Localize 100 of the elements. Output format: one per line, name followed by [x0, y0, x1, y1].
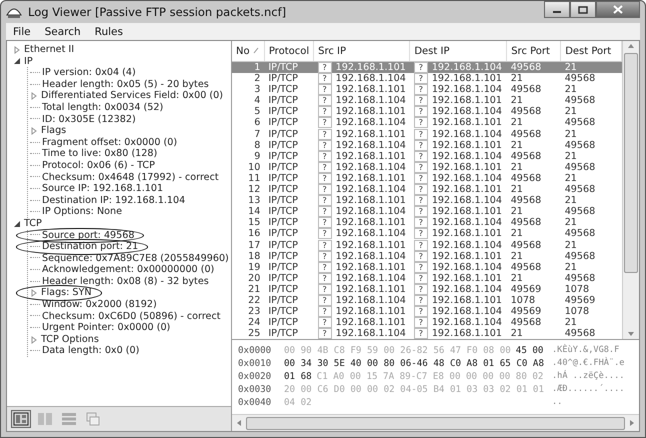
- table-row[interactable]: 3 IP/TCP ? 192.168.1.101 ? 192.168.1.104 49568 21: [232, 84, 622, 96]
- table-row[interactable]: 20 IP/TCP ? 192.168.1.104 ? 192.168.1.101 21 49568: [232, 272, 622, 284]
- tree-item[interactable]: Sequence: 0x7A89C7E8 (2055849960): [42, 252, 229, 264]
- ascii-text: .hÁ ..zëÇè....: [552, 370, 624, 383]
- flag-icon: ?: [318, 317, 332, 328]
- tree-item[interactable]: Urgent Pointer: 0x0000 (0): [42, 322, 170, 334]
- table-cell: 192.168.1.104: [432, 150, 502, 162]
- menu-item[interactable]: Rules: [90, 26, 128, 38]
- table-row[interactable]: 1 IP/TCP ? 192.168.1.101 ? 192.168.1.104 49568 21: [232, 62, 622, 74]
- table-cell: 49568: [564, 73, 596, 84]
- table-row[interactable]: 15 IP/TCP ? 192.168.1.101 ? 192.168.1.104 49568 21: [232, 217, 622, 228]
- table-cell: 192.168.1.104: [432, 240, 502, 250]
- tree-item[interactable]: Header length: 0x08 (8) - 32 bytes: [42, 276, 209, 288]
- table-cell: IP/TCP: [268, 128, 298, 140]
- table-row[interactable]: 13 IP/TCP ? 192.168.1.101 ? 192.168.1.104 49568 21: [232, 195, 622, 206]
- tree-item[interactable]: Acknowledgement: 0x00000000 (0): [42, 264, 214, 276]
- table-row[interactable]: 8 IP/TCP ? 192.168.1.104 ? 192.168.1.101 21 49568: [232, 140, 622, 151]
- column-header[interactable]: Src Port: [506, 41, 561, 62]
- table-row[interactable]: 7 IP/TCP ? 192.168.1.101 ? 192.168.1.104 49568 21: [232, 128, 622, 140]
- table-cell: 192.168.1.104: [432, 306, 502, 318]
- table-cell: 192.168.1.104: [432, 284, 502, 295]
- table-row[interactable]: 11 IP/TCP ? 192.168.1.101 ? 192.168.1.104 49568 21: [232, 172, 622, 184]
- column-header[interactable]: Protocol: [264, 41, 314, 62]
- menu-item[interactable]: File: [8, 26, 36, 38]
- table-cell: 16: [248, 228, 260, 240]
- table-cell: 192.168.1.104: [336, 140, 406, 151]
- table-row[interactable]: 17 IP/TCP ? 192.168.1.101 ? 192.168.1.104 49568 21: [232, 240, 622, 251]
- table-row[interactable]: 2 IP/TCP ? 192.168.1.104 ? 192.168.1.101 21 49568: [232, 73, 622, 84]
- tree-item[interactable]: Destination IP: 192.168.1.104: [42, 194, 186, 206]
- ascii-text: ..: [552, 396, 562, 409]
- column-header[interactable]: No: [232, 41, 264, 62]
- table-cell: 192.168.1.101: [336, 284, 406, 295]
- flag-icon: ?: [414, 106, 428, 118]
- table-cell: 49568: [510, 128, 542, 140]
- table-cell: 49568: [510, 195, 542, 206]
- table-cell: IP/TCP: [268, 328, 298, 340]
- tree-item[interactable]: IP Options: None: [42, 206, 122, 218]
- flag-icon: ?: [318, 228, 332, 240]
- table-cell: 21: [510, 228, 523, 240]
- tree-item[interactable]: IP version: 0x04 (4): [42, 67, 136, 79]
- tree-item[interactable]: ID: 0x305E (12382): [42, 114, 136, 126]
- table-cell: IP/TCP: [268, 240, 298, 250]
- tree-item[interactable]: Fragment offset: 0x0000 (0): [42, 136, 178, 148]
- table-cell: 21: [510, 95, 523, 106]
- tree-item[interactable]: Protocol: 0x06 (6) - TCP: [42, 160, 155, 172]
- tree-item[interactable]: Time to live: 0x80 (128): [42, 148, 158, 160]
- table-cell: IP/TCP: [268, 140, 298, 151]
- table-row[interactable]: 5 IP/TCP ? 192.168.1.101 ? 192.168.1.104 49568 21: [232, 106, 622, 118]
- table-cell: 49568: [510, 106, 542, 118]
- table-cell: 24: [248, 317, 260, 328]
- table-row[interactable]: 22 IP/TCP ? 192.168.1.104 ? 192.168.1.101 1078 49569: [232, 294, 622, 306]
- table-row[interactable]: 10 IP/TCP ? 192.168.1.104 ? 192.168.1.101 21 49568: [232, 162, 622, 173]
- table-row[interactable]: 12 IP/TCP ? 192.168.1.104 ? 192.168.1.101 21 49568: [232, 184, 622, 196]
- tree-item[interactable]: Checksum: 0x4648 (17992) - correct: [42, 172, 219, 184]
- table-row[interactable]: 14 IP/TCP ? 192.168.1.104 ? 192.168.1.101 21 49568: [232, 206, 622, 218]
- table-row[interactable]: 25 IP/TCP ? 192.168.1.104 ? 192.168.1.101 21 49568: [232, 328, 622, 340]
- table-row[interactable]: 16 IP/TCP ? 192.168.1.104 ? 192.168.1.101 21 49568: [232, 228, 622, 240]
- tree-item[interactable]: Destination port: 21: [42, 241, 138, 253]
- menu-item[interactable]: Search: [40, 26, 86, 38]
- table-row[interactable]: 21 IP/TCP ? 192.168.1.101 ? 192.168.1.104 49569 1078: [232, 284, 622, 295]
- ascii-text: .40^@.€.FHÀ¨.e: [552, 357, 624, 370]
- tree-item[interactable]: Source port: 49568: [42, 230, 134, 242]
- flag-icon: ?: [318, 284, 332, 295]
- tree-item[interactable]: Total length: 0x0034 (52): [42, 102, 164, 114]
- hex-bytes: 45 00: [516, 344, 544, 357]
- table-cell: 1078: [564, 284, 590, 295]
- table-cell: 192.168.1.101: [336, 306, 406, 318]
- table-cell: 192.168.1.104: [336, 272, 406, 284]
- tree-item[interactable]: TCP: [24, 218, 42, 230]
- tree-item[interactable]: TCP Options: [41, 334, 99, 346]
- table-row[interactable]: 6 IP/TCP ? 192.168.1.104 ? 192.168.1.101 21 49568: [232, 117, 622, 129]
- tree-item[interactable]: Data length: 0x0 (0): [42, 345, 140, 358]
- column-header[interactable]: Dest Port: [560, 41, 622, 62]
- tree-item[interactable]: Window: 0x2000 (8192): [42, 299, 157, 311]
- tree-item[interactable]: Checksum: 0xC6D0 (50896) - correct: [42, 310, 221, 322]
- tree-item[interactable]: Flags: [41, 125, 66, 137]
- tree-item[interactable]: Differentiated Services Field: 0x00 (0): [41, 90, 223, 102]
- table-row[interactable]: 9 IP/TCP ? 192.168.1.101 ? 192.168.1.104 49568 21: [232, 150, 622, 162]
- table-row[interactable]: 24 IP/TCP ? 192.168.1.101 ? 192.168.1.104 49568 21: [232, 317, 622, 328]
- table-cell: 21: [510, 206, 523, 218]
- column-header[interactable]: Dest IP: [410, 41, 507, 62]
- table-row[interactable]: 19 IP/TCP ? 192.168.1.101 ? 192.168.1.104 49568 21: [232, 262, 622, 273]
- table-cell: 49568: [564, 206, 596, 218]
- table-row[interactable]: 23 IP/TCP ? 192.168.1.101 ? 192.168.1.104 49569 1078: [232, 306, 622, 318]
- tree-item[interactable]: Source IP: 192.168.1.101: [42, 183, 164, 195]
- table-cell: 25: [248, 328, 260, 340]
- tree-item[interactable]: Header length: 0x05 (5) - 20 bytes: [42, 78, 209, 90]
- table-row[interactable]: 18 IP/TCP ? 192.168.1.104 ? 192.168.1.101 21 49568: [232, 250, 622, 262]
- flag-icon: ?: [318, 306, 332, 318]
- flag-icon: ?: [414, 217, 428, 228]
- tree-item[interactable]: Ethernet II: [24, 44, 74, 56]
- table-cell: IP/TCP: [268, 195, 298, 206]
- flag-icon: ?: [414, 294, 428, 306]
- flag-icon: ?: [414, 172, 428, 184]
- column-header[interactable]: Src IP: [314, 41, 410, 62]
- table-cell: 49568: [510, 84, 542, 96]
- table-row[interactable]: 4 IP/TCP ? 192.168.1.104 ? 192.168.1.101 21 49568: [232, 95, 622, 106]
- tree-item[interactable]: IP: [24, 56, 33, 68]
- table-cell: IP/TCP: [268, 250, 298, 262]
- tree-item[interactable]: Flags: SYN: [41, 287, 92, 300]
